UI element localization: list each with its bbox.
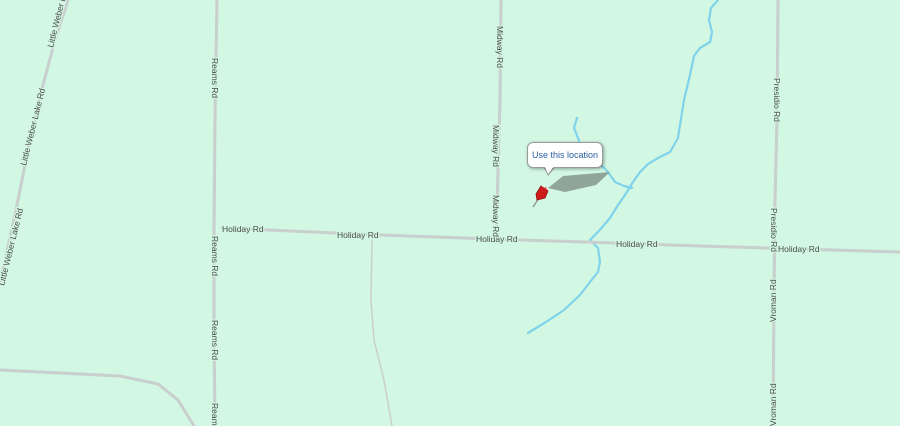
road-label-presidio: Presidio Rd [772,78,782,122]
road-label-midway: Midway Rd [495,26,505,68]
roads [0,0,900,426]
road-label-little-weber-lake: Little Weber Lake Rd [45,0,74,48]
use-location-callout[interactable]: Use this location [527,142,603,168]
callout-tail [544,165,555,174]
road-label-presidio: Presidio Rd [769,208,779,252]
road-label-holiday: Holiday Rd [778,244,820,254]
road-curve [0,368,196,426]
road-label-reams: Reams Rd [210,403,220,426]
road-label-reams: Reams Rd [210,58,220,98]
use-location-label[interactable]: Use this location [532,150,598,160]
map-canvas[interactable]: Holiday Rd Holiday Rd Holiday Rd Holiday… [0,0,900,426]
road-label-vroman: Vroman Rd [768,279,778,322]
pushpin-icon[interactable] [532,185,549,208]
road-label-little-weber-lake: Little Weber Lake Rd [18,87,47,167]
road-label-reams: Reams Rd [210,320,220,360]
road-label-vroman: Vroman Rd [768,383,778,426]
road-label-reams: Reams Rd [210,236,220,276]
road-label-midway: Midway Rd [491,195,501,237]
road-label-holiday: Holiday Rd [616,239,658,249]
pushpin-shadow [548,172,610,192]
road-label-midway: Midway Rd [491,125,501,167]
road-label-holiday: Holiday Rd [337,230,379,240]
map-layer: Holiday Rd Holiday Rd Holiday Rd Holiday… [0,0,900,426]
road-label-little-weber-lake: Little Weber Lake Rd [0,207,25,287]
road-minor [370,239,393,426]
road-label-holiday: Holiday Rd [222,224,264,234]
